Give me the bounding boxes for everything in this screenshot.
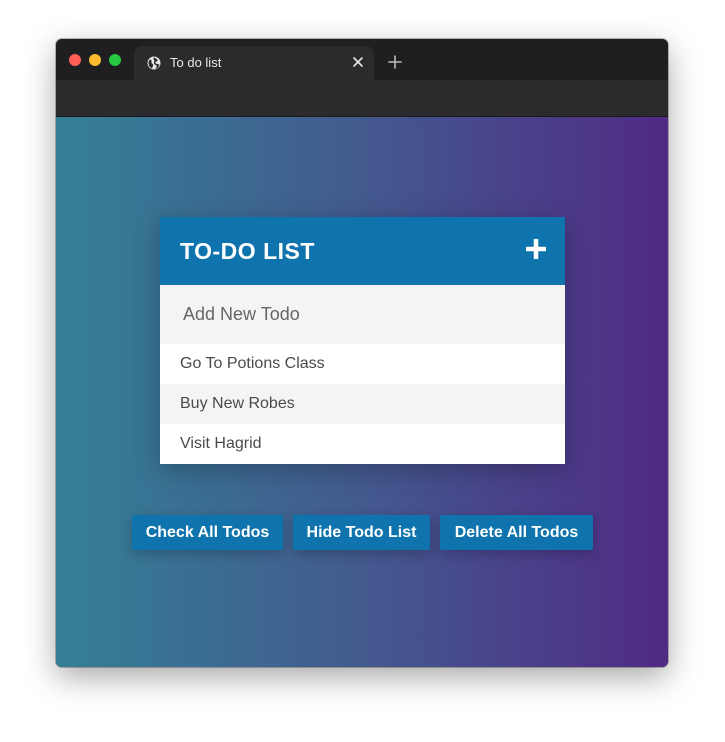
new-tab-plus-icon[interactable] xyxy=(388,55,402,69)
browser-window: To do list TO-DO LIST Go To Potions Clas… xyxy=(56,39,668,667)
minimize-window-button[interactable] xyxy=(89,54,101,66)
hide-todo-list-button[interactable]: Hide Todo List xyxy=(293,515,430,550)
todo-card: TO-DO LIST Go To Potions Class Buy New R… xyxy=(160,217,565,464)
browser-toolbar xyxy=(56,80,668,117)
globe-icon xyxy=(147,56,161,70)
delete-all-todos-button[interactable]: Delete All Todos xyxy=(440,515,593,550)
maximize-window-button[interactable] xyxy=(109,54,121,66)
todo-item[interactable]: Visit Hagrid xyxy=(160,424,565,464)
plus-icon[interactable] xyxy=(526,239,546,259)
tab-title: To do list xyxy=(170,55,222,70)
add-todo-input[interactable] xyxy=(160,285,565,344)
close-icon[interactable] xyxy=(352,56,364,68)
page-viewport: TO-DO LIST Go To Potions Class Buy New R… xyxy=(56,117,668,667)
todo-item[interactable]: Buy New Robes xyxy=(160,384,565,424)
todo-title: TO-DO LIST xyxy=(180,238,315,264)
todo-header: TO-DO LIST xyxy=(160,217,565,285)
close-window-button[interactable] xyxy=(69,54,81,66)
browser-tab[interactable]: To do list xyxy=(134,46,374,80)
title-bar: To do list xyxy=(56,39,668,80)
check-all-todos-button[interactable]: Check All Todos xyxy=(132,515,283,550)
todo-item[interactable]: Go To Potions Class xyxy=(160,344,565,384)
